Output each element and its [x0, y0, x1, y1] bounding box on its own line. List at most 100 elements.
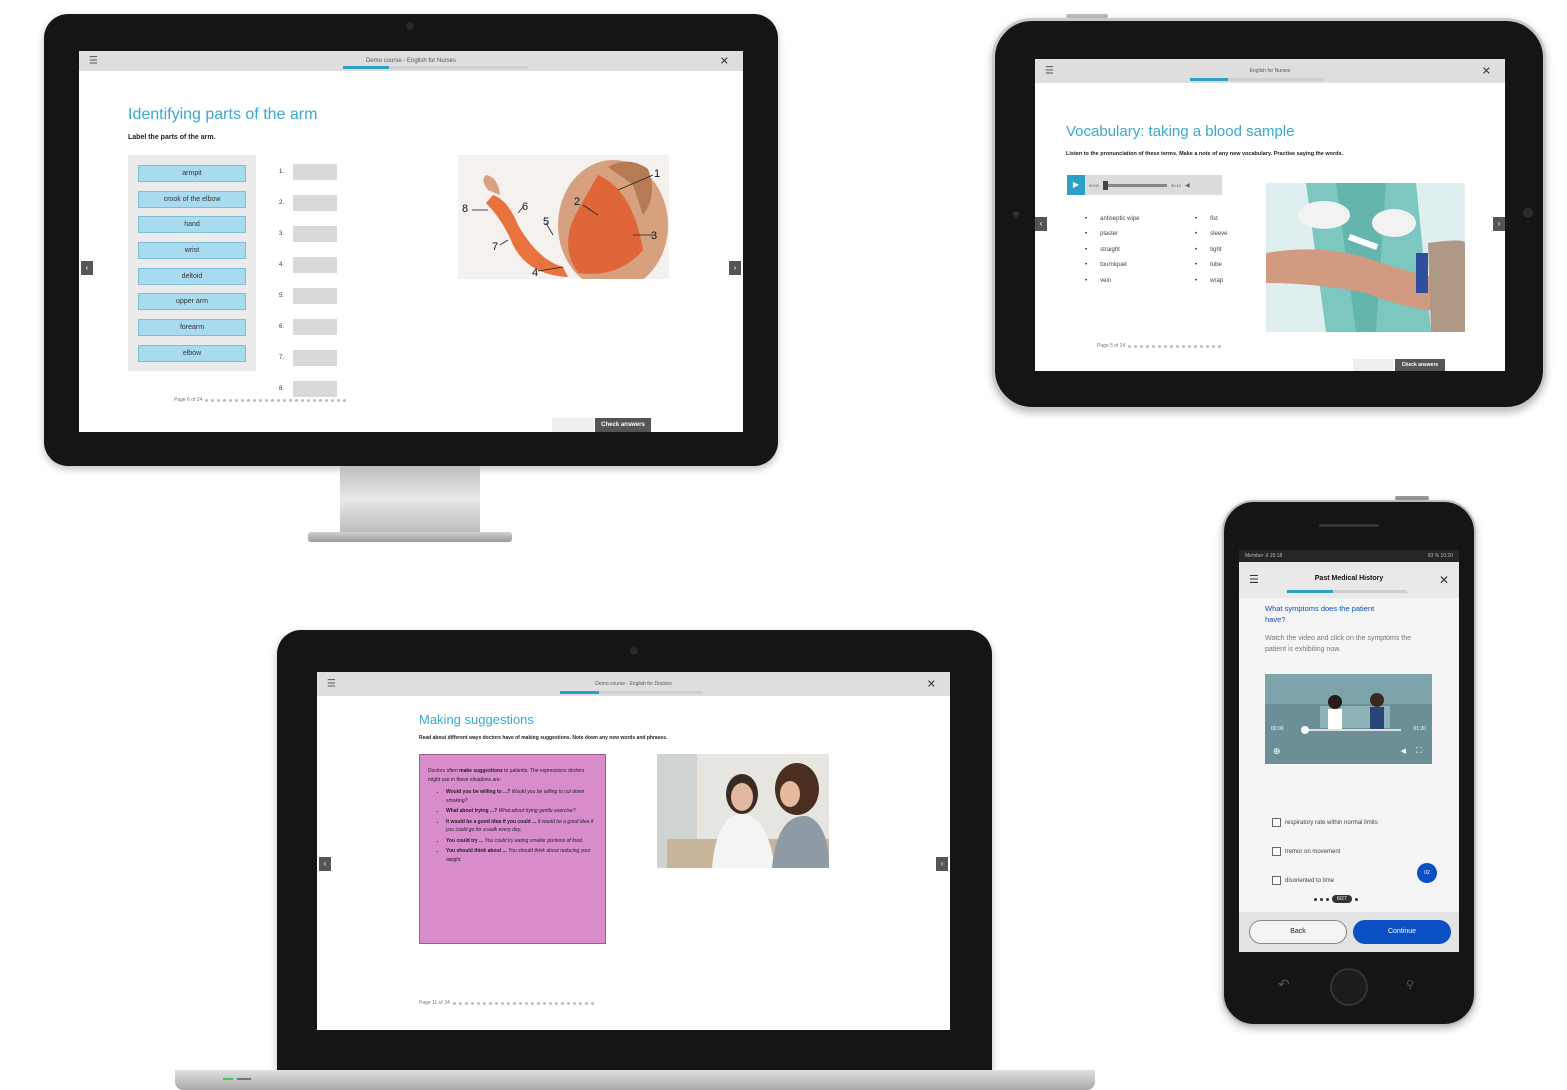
page-dot[interactable] — [289, 398, 293, 402]
page-dot[interactable] — [1164, 344, 1168, 348]
page-dot[interactable] — [518, 1001, 522, 1005]
page-dot[interactable] — [512, 1001, 516, 1005]
menu-icon[interactable]: ☰ — [327, 679, 336, 690]
page-dot[interactable] — [1212, 344, 1216, 348]
answer-drop-slot[interactable] — [293, 287, 337, 304]
help-fab[interactable]: 02 — [1417, 863, 1437, 883]
close-icon[interactable]: ✕ — [927, 678, 936, 691]
vocab-item[interactable]: • straight — [1085, 242, 1185, 258]
answer-drop-slot[interactable] — [293, 225, 337, 242]
check-answers-button[interactable]: Check answers — [595, 418, 651, 432]
page-dot[interactable] — [530, 1001, 534, 1005]
page-dot[interactable] — [1182, 344, 1186, 348]
page-dot[interactable] — [1170, 344, 1174, 348]
page-dot[interactable] — [1140, 344, 1144, 348]
page-dot[interactable] — [476, 1001, 480, 1005]
vocab-item[interactable]: • tourniquet — [1085, 258, 1185, 274]
page-dot[interactable] — [1176, 344, 1180, 348]
audio-scrubber[interactable] — [1103, 180, 1168, 190]
search-nav-icon[interactable]: ⚲ — [1406, 978, 1414, 991]
page-dot[interactable] — [542, 1001, 546, 1005]
answer-drop-slot[interactable] — [293, 349, 337, 366]
replay-icon[interactable]: ⊕ — [1273, 746, 1281, 757]
answer-drop-slot[interactable] — [293, 194, 337, 211]
reset-button[interactable] — [1353, 359, 1393, 371]
fullscreen-icon[interactable]: ⛶ — [1416, 746, 1422, 756]
video-player[interactable]: 00:00 01:20 ⊕ ◀ ⛶ — [1265, 674, 1432, 764]
page-dot[interactable] — [301, 398, 305, 402]
page-dot[interactable] — [307, 398, 311, 402]
page-dot[interactable] — [283, 398, 287, 402]
next-page-arrow[interactable]: › — [1493, 217, 1505, 231]
page-dot[interactable] — [488, 1001, 492, 1005]
page-dot[interactable] — [343, 398, 347, 402]
page-dot[interactable] — [554, 1001, 558, 1005]
page-dot[interactable] — [452, 1001, 456, 1005]
page-dot[interactable] — [572, 1001, 576, 1005]
close-icon[interactable]: ✕ — [1482, 65, 1491, 78]
word-chip[interactable]: forearm — [138, 319, 246, 337]
continue-button[interactable]: Continue — [1353, 920, 1451, 944]
page-dot[interactable] — [325, 398, 329, 402]
vocab-item[interactable]: • sleeve — [1195, 227, 1255, 243]
home-button[interactable] — [1330, 968, 1368, 1006]
page-dot[interactable] — [271, 398, 275, 402]
back-nav-icon[interactable]: ↶ — [1278, 976, 1290, 993]
page-dot[interactable] — [470, 1001, 474, 1005]
vocab-item[interactable]: • antiseptic wipe — [1085, 211, 1185, 227]
page-dot[interactable] — [1134, 344, 1138, 348]
page-dot[interactable] — [1206, 344, 1210, 348]
answer-drop-slot[interactable] — [293, 380, 337, 397]
page-dot[interactable] — [217, 398, 221, 402]
word-chip[interactable]: armpit — [138, 165, 246, 182]
check-answers-button[interactable]: Check answers — [1395, 359, 1445, 371]
next-page-arrow[interactable]: › — [936, 857, 948, 871]
page-dot[interactable] — [566, 1001, 570, 1005]
page-dot[interactable] — [211, 398, 215, 402]
symptom-option[interactable]: tremor on movement — [1272, 837, 1442, 866]
back-button[interactable]: Back — [1249, 920, 1347, 944]
word-chip[interactable]: wrist — [138, 242, 246, 260]
play-button[interactable]: ▶ — [1067, 175, 1085, 195]
close-icon[interactable]: ✕ — [1439, 573, 1449, 587]
page-dot[interactable] — [458, 1001, 462, 1005]
next-page-arrow[interactable]: › — [729, 261, 741, 275]
vocab-item[interactable]: • fist — [1195, 211, 1255, 227]
page-dot[interactable] — [247, 398, 251, 402]
page-dot[interactable] — [524, 1001, 528, 1005]
volume-icon[interactable]: ◀ — [1401, 747, 1406, 755]
checkbox[interactable] — [1272, 847, 1281, 856]
page-dot[interactable] — [295, 398, 299, 402]
page-dot[interactable] — [1158, 344, 1162, 348]
word-chip[interactable]: crook of the elbow — [138, 190, 246, 208]
page-dot[interactable] — [464, 1001, 468, 1005]
vocab-item[interactable]: • vein — [1085, 273, 1185, 289]
page-dot[interactable] — [265, 398, 269, 402]
word-chip[interactable]: upper arm — [138, 293, 246, 311]
menu-icon[interactable]: ☰ — [1045, 66, 1054, 77]
word-chip[interactable]: hand — [138, 216, 246, 234]
page-dot[interactable] — [313, 398, 317, 402]
answer-drop-slot[interactable] — [293, 256, 337, 273]
page-dot[interactable] — [229, 398, 233, 402]
page-dot[interactable] — [205, 398, 209, 402]
page-dot[interactable] — [500, 1001, 504, 1005]
page-dot[interactable] — [536, 1001, 540, 1005]
prev-page-arrow[interactable]: ‹ — [319, 857, 331, 871]
reset-button[interactable] — [552, 418, 594, 432]
answer-drop-slot[interactable] — [293, 163, 337, 180]
page-dot[interactable] — [1146, 344, 1150, 348]
page-dot[interactable] — [241, 398, 245, 402]
page-dot[interactable] — [1194, 344, 1198, 348]
page-dot[interactable] — [482, 1001, 486, 1005]
page-dot[interactable] — [331, 398, 335, 402]
page-dot[interactable] — [1218, 344, 1222, 348]
page-dot[interactable] — [560, 1001, 564, 1005]
vocab-item[interactable]: • tight — [1195, 242, 1255, 258]
vocab-item[interactable]: • wrap — [1195, 273, 1255, 289]
vocab-item[interactable]: • plaster — [1085, 227, 1185, 243]
page-dot[interactable] — [590, 1001, 594, 1005]
close-icon[interactable]: ✕ — [720, 55, 729, 68]
checkbox[interactable] — [1272, 876, 1281, 885]
page-dot[interactable] — [1200, 344, 1204, 348]
